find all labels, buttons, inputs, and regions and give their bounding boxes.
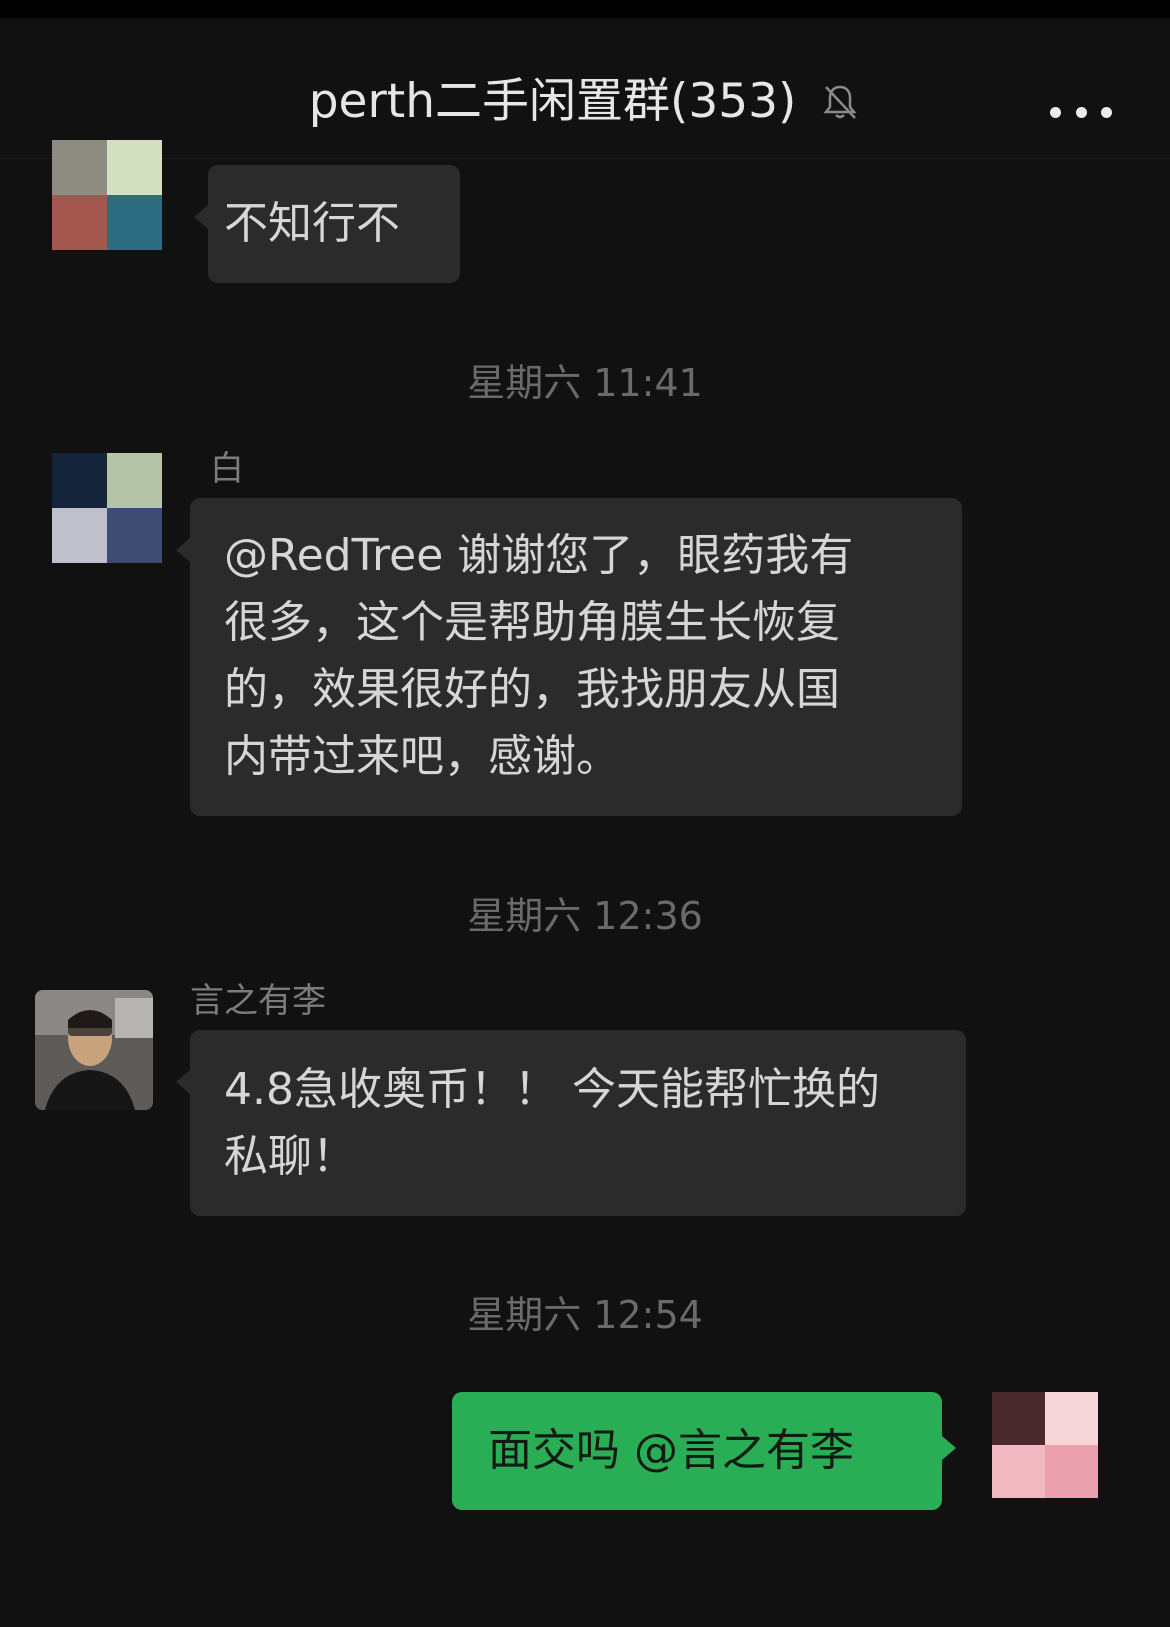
avatar[interactable] <box>52 453 162 563</box>
timestamp: 星期六 12:36 <box>467 894 703 938</box>
timestamp: 星期六 11:41 <box>467 361 703 405</box>
message-bubble[interactable]: 不知行不 <box>194 165 460 283</box>
avatar-pixel <box>107 453 162 508</box>
avatar-pixel <box>52 195 107 250</box>
avatar-self[interactable] <box>992 1392 1098 1498</box>
message-line: 4.8急收奥币！！ 今天能帮忙换的 <box>224 1064 880 1115</box>
message-line: 的，效果很好的，我找朋友从国 <box>224 664 840 715</box>
message-line: 内带过来吧，感谢。 <box>224 731 620 782</box>
avatar-pixel <box>107 508 162 563</box>
message-bubble[interactable]: 4.8急收奥币！！ 今天能帮忙换的 私聊！ <box>176 1030 966 1216</box>
chat-header: perth二手闲置群(353) <box>0 18 1170 159</box>
avatar-pixel <box>992 1445 1045 1498</box>
message-text: 不知行不 <box>224 198 400 249</box>
chat-screen: perth二手闲置群(353) 不知行不 星期六 11:41 白 @RedTre… <box>0 0 1170 1627</box>
dot <box>1050 106 1061 118</box>
message-text: 面交吗 @言之有李 <box>488 1425 854 1476</box>
message-bubble-outgoing[interactable]: 面交吗 @言之有李 <box>452 1392 956 1510</box>
avatar-pixel <box>52 140 107 195</box>
more-dots-icon[interactable] <box>1050 92 1112 132</box>
avatar-pixel <box>1045 1392 1098 1445</box>
bell-slash-icon <box>823 85 857 119</box>
dot <box>1101 106 1112 118</box>
chat-title: perth二手闲置群(353) <box>308 73 797 129</box>
avatar[interactable] <box>35 990 153 1110</box>
avatar-pixel <box>107 140 162 195</box>
avatar-pixel <box>52 508 107 563</box>
avatar-pixel <box>52 453 107 508</box>
status-bar <box>0 0 1170 18</box>
dot <box>1075 106 1087 118</box>
message-line: 私聊！ <box>224 1131 356 1182</box>
chat-title-wrap[interactable]: perth二手闲置群(353) <box>0 70 1170 131</box>
message-bubble[interactable]: @RedTree 谢谢您了，眼药我有 很多，这个是帮助角膜生长恢复 的，效果很好… <box>176 498 962 816</box>
message-line: 很多，这个是帮助角膜生长恢复 <box>224 597 840 648</box>
sender-name: 言之有李 <box>190 981 326 1021</box>
person-photo-icon <box>35 990 153 1110</box>
message-line: @RedTree 谢谢您了，眼药我有 <box>224 530 854 581</box>
avatar-pixel <box>1045 1445 1098 1498</box>
avatar-pixel <box>107 195 162 250</box>
timestamp: 星期六 12:54 <box>467 1293 703 1337</box>
avatar-pixel <box>992 1392 1045 1445</box>
sender-name: 白 <box>210 449 244 489</box>
avatar[interactable] <box>52 140 162 250</box>
